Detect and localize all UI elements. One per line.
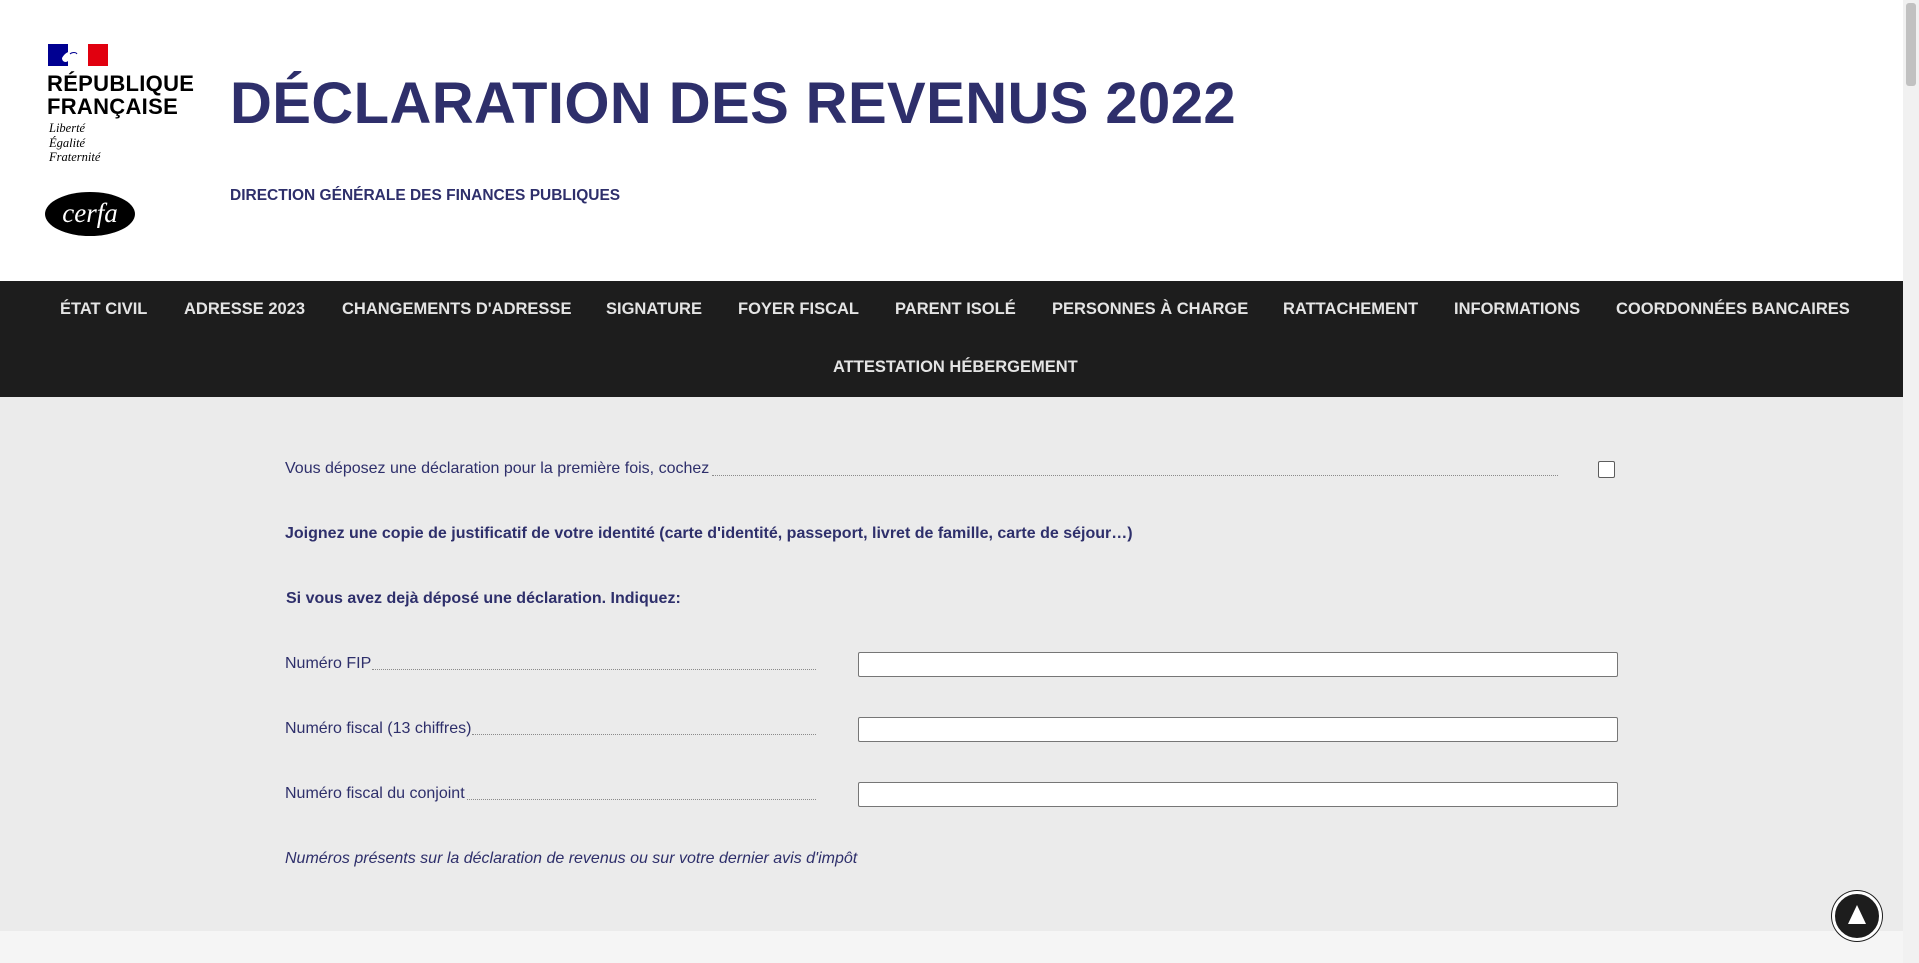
scroll-to-top-button[interactable] <box>1832 891 1882 941</box>
devise-liberte: Liberté <box>49 121 86 135</box>
cerfa-logo-text: cerfa <box>62 198 117 228</box>
scrollbar-thumb[interactable] <box>1906 3 1916 86</box>
main-nav: ÉTAT CIVIL ADRESSE 2023 CHANGEMENTS D'AD… <box>0 281 1903 397</box>
nav-item-coordonnees-bancaires[interactable]: COORDONNÉES BANCAIRES <box>1616 300 1850 319</box>
nav-item-foyer-fiscal[interactable]: FOYER FISCAL <box>738 300 859 319</box>
site-header: RÉPUBLIQUE FRANÇAISE Liberté Égalité Fra… <box>0 0 1903 281</box>
first-time-label: Vous déposez une déclaration pour la pre… <box>285 460 710 477</box>
nav-item-rattachement[interactable]: RATTACHEMENT <box>1283 300 1418 319</box>
republique-francaise-wordmark: RÉPUBLIQUE FRANÇAISE <box>47 72 194 118</box>
dotted-leader <box>712 475 1558 476</box>
spouse-fiscal-number-input[interactable] <box>858 782 1618 807</box>
page-subtitle: DIRECTION GÉNÉRALE DES FINANCES PUBLIQUE… <box>230 187 621 204</box>
dotted-leader <box>472 734 816 735</box>
nav-item-signature[interactable]: SIGNATURE <box>606 300 702 319</box>
spouse-fiscal-number-label: Numéro fiscal du conjoint <box>285 785 465 802</box>
dotted-leader <box>467 799 816 800</box>
dotted-leader <box>372 669 816 670</box>
francaise-line: FRANÇAISE <box>47 94 179 119</box>
nav-item-attestation-hebergement[interactable]: ATTESTATION HÉBERGEMENT <box>833 358 1078 377</box>
id-copy-notice: Joignez une copie de justificatif de vot… <box>285 525 1133 542</box>
cerfa-logo: cerfa <box>45 192 135 236</box>
devise: Liberté Égalité Fraternité <box>49 121 100 165</box>
fip-number-label: Numéro FIP <box>285 655 372 672</box>
already-filed-heading: Si vous avez dejà déposé une déclaration… <box>286 590 681 607</box>
devise-fraternite: Fraternité <box>49 150 101 164</box>
fiscal-number-input[interactable] <box>858 717 1618 742</box>
marianne-flag-icon <box>48 44 108 66</box>
nav-item-changements-adresse[interactable]: CHANGEMENTS D'ADRESSE <box>342 300 571 319</box>
republique-line: RÉPUBLIQUE <box>47 71 195 96</box>
nav-item-parent-isole[interactable]: PARENT ISOLÉ <box>895 300 1016 319</box>
page: RÉPUBLIQUE FRANÇAISE Liberté Égalité Fra… <box>0 0 1903 963</box>
vertical-scrollbar[interactable] <box>1903 0 1919 963</box>
nav-item-informations[interactable]: INFORMATIONS <box>1454 300 1580 319</box>
footer-band <box>0 931 1903 963</box>
nav-item-adresse-2023[interactable]: ADRESSE 2023 <box>184 300 305 319</box>
nav-item-personnes-a-charge[interactable]: PERSONNES À CHARGE <box>1052 300 1248 319</box>
page-title: DÉCLARATION DES REVENUS 2022 <box>230 71 1237 136</box>
nav-item-etat-civil[interactable]: ÉTAT CIVIL <box>60 300 147 319</box>
arrow-up-icon <box>1848 905 1866 924</box>
devise-egalite: Égalité <box>49 135 86 150</box>
form-section: Vous déposez une déclaration pour la pre… <box>0 397 1903 931</box>
numbers-note: Numéros présents sur la déclaration de r… <box>285 850 858 867</box>
fiscal-number-label: Numéro fiscal (13 chiffres) <box>285 720 472 737</box>
first-time-checkbox[interactable] <box>1598 461 1615 478</box>
fip-number-input[interactable] <box>858 652 1618 677</box>
